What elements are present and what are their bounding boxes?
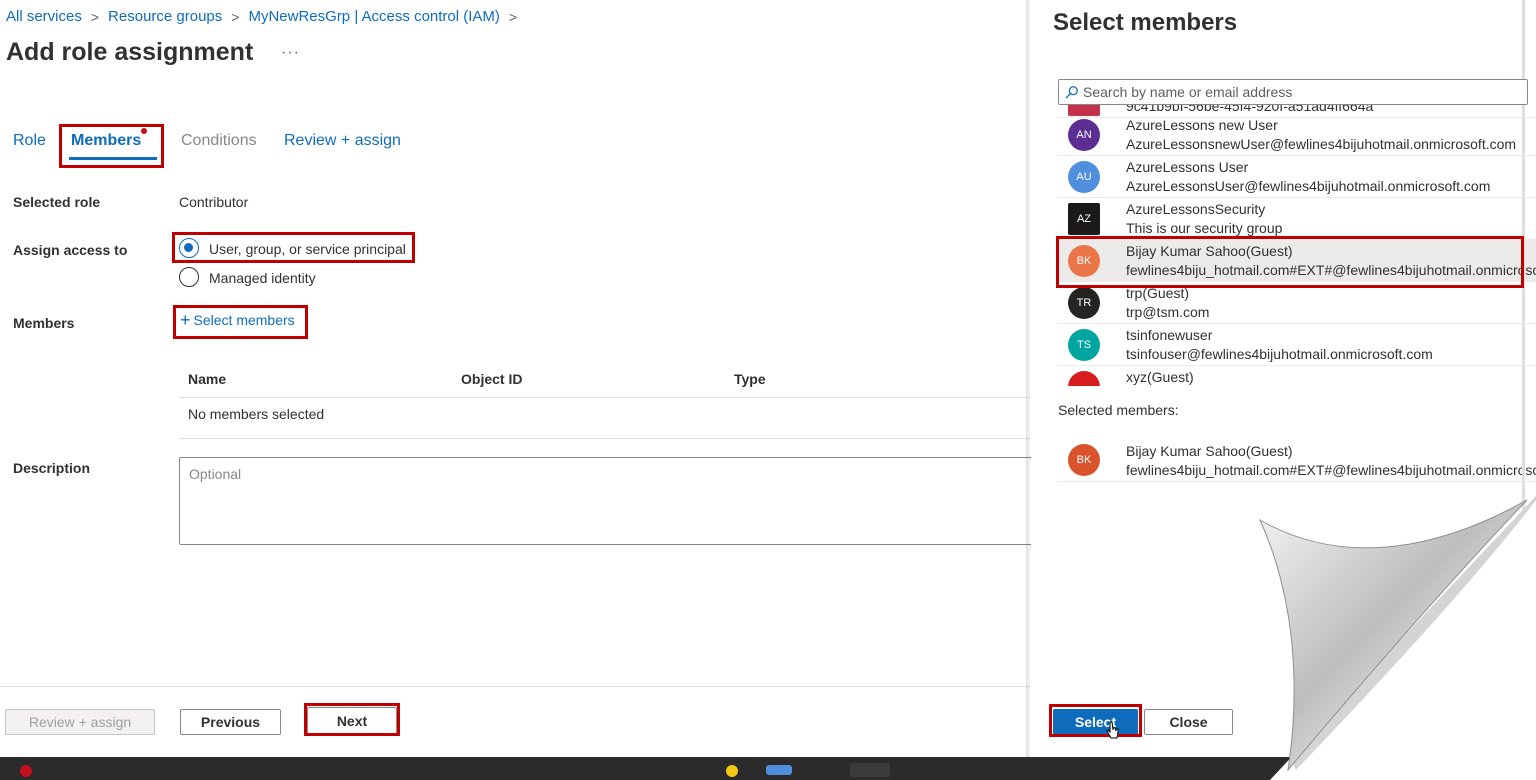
taskbar <box>0 757 1290 780</box>
breadcrumb-iam[interactable]: MyNewResGrp | Access control (IAM) <box>248 8 499 25</box>
hand-cursor-icon <box>1106 721 1119 739</box>
selected-member-name: Bijay Kumar Sahoo(Guest) <box>1126 443 1293 459</box>
tab-members[interactable]: Members <box>71 132 141 150</box>
member-name: trp(Guest) <box>1126 285 1190 301</box>
tab-review-assign[interactable]: Review + assign <box>284 132 401 150</box>
breadcrumb-resource-groups[interactable]: Resource groups <box>108 8 222 25</box>
search-icon <box>1065 86 1078 99</box>
breadcrumb-all-services[interactable]: All services <box>6 8 82 25</box>
selected-members-label: Selected members: <box>1058 402 1179 418</box>
search-box <box>1058 79 1528 105</box>
previous-button[interactable]: Previous <box>180 709 281 735</box>
breadcrumb: All services > Resource groups > MyNewRe… <box>6 8 526 25</box>
next-button[interactable]: Next <box>307 707 397 735</box>
member-email: fewlines4biju_hotmail.com#EXT#@fewlines4… <box>1126 262 1536 278</box>
select-members-panel: Select members 9c41b9bf-56be-45f4-920f-a… <box>1031 0 1536 757</box>
member-name: tsinfonewuser <box>1126 327 1213 343</box>
footer-divider <box>0 686 1030 687</box>
list-item[interactable]: AZ AzureLessonsSecurity This is our secu… <box>1058 198 1536 240</box>
search-input[interactable] <box>1083 84 1527 100</box>
radio-managed-identity[interactable] <box>179 267 199 287</box>
member-name: AzureLessonsSecurity <box>1126 201 1266 217</box>
more-icon[interactable]: ··· <box>281 44 300 62</box>
tab-conditions: Conditions <box>181 132 257 149</box>
table-divider <box>179 397 1030 398</box>
breadcrumb-separator: > <box>90 8 100 25</box>
member-email: This is our security group <box>1126 220 1283 236</box>
selected-role-label: Selected role <box>13 194 101 210</box>
avatar: BK <box>1068 245 1100 277</box>
select-button[interactable]: Select <box>1053 709 1138 735</box>
member-name: xyz(Guest) <box>1126 369 1194 385</box>
description-field[interactable] <box>180 458 1038 544</box>
page-title: Add role assignment <box>6 38 254 66</box>
taskbar-app-icon[interactable] <box>726 765 738 777</box>
table-header-object-id: Object ID <box>461 371 523 387</box>
taskbar-app-icon[interactable] <box>850 763 890 777</box>
review-assign-button[interactable]: Review + assign <box>5 709 155 735</box>
close-button[interactable]: Close <box>1144 709 1233 735</box>
avatar: TS <box>1068 329 1100 361</box>
selected-member-email: fewlines4biju_hotmail.com#EXT#@fewlines4… <box>1126 462 1536 478</box>
breadcrumb-separator: > <box>231 8 240 25</box>
description-field-box <box>179 457 1039 545</box>
assign-access-label: Assign access to <box>13 242 128 258</box>
member-email: trp@tsm.com <box>1126 304 1210 320</box>
select-members-label: Select members <box>193 312 295 328</box>
list-item[interactable]: xyz(Guest) <box>1058 366 1536 386</box>
selected-role-value: Contributor <box>179 194 249 210</box>
member-name: AzureLessons new User <box>1126 117 1278 133</box>
breadcrumb-separator: > <box>508 8 518 25</box>
plus-icon: + <box>180 310 191 330</box>
list-item[interactable]: AU AzureLessons User AzureLessonsUser@fe… <box>1058 156 1536 198</box>
members-label: Members <box>13 315 75 331</box>
taskbar-app-icon[interactable] <box>20 765 32 777</box>
selected-member-row[interactable]: BK Bijay Kumar Sahoo(Guest) fewlines4bij… <box>1058 438 1536 482</box>
member-email: tsinfouser@fewlines4bijuhotmail.onmicros… <box>1126 346 1433 362</box>
radio-user-group-sp[interactable] <box>179 238 199 258</box>
tab-role[interactable]: Role <box>13 132 46 150</box>
table-empty-message: No members selected <box>188 406 325 422</box>
taskbar-app-icon[interactable] <box>766 765 792 775</box>
list-item[interactable]: BK Bijay Kumar Sahoo(Guest) fewlines4bij… <box>1058 240 1536 282</box>
panel-scrollbar[interactable] <box>1522 0 1525 520</box>
active-tab-indicator <box>69 157 157 160</box>
table-header-type: Type <box>734 371 766 387</box>
table-divider <box>179 438 1030 439</box>
member-list[interactable]: 9c41b9bf-56be-45f4-920f-a51ad4ff664a AN … <box>1058 100 1536 386</box>
avatar <box>1068 371 1100 386</box>
radio-user-group-sp-label[interactable]: User, group, or service principal <box>209 241 406 257</box>
description-label: Description <box>13 460 91 476</box>
avatar: AN <box>1068 119 1100 151</box>
member-name: AzureLessons User <box>1126 159 1249 175</box>
list-item[interactable]: AN AzureLessons new User AzureLessonsnew… <box>1058 114 1536 156</box>
member-name: Bijay Kumar Sahoo(Guest) <box>1126 243 1293 259</box>
panel-title: Select members <box>1053 9 1238 36</box>
member-email: AzureLessonsUser@fewlines4bijuhotmail.on… <box>1126 178 1491 194</box>
list-item[interactable]: TR trp(Guest) trp@tsm.com <box>1058 282 1536 324</box>
radio-managed-identity-label[interactable]: Managed identity <box>209 270 316 286</box>
avatar: AU <box>1068 161 1100 193</box>
required-dot-icon <box>141 128 147 134</box>
member-email: AzureLessonsnewUser@fewlines4bijuhotmail… <box>1126 136 1517 152</box>
table-header-name: Name <box>188 371 227 387</box>
avatar: AZ <box>1068 203 1100 235</box>
select-members-link[interactable]: + Select members <box>180 310 295 330</box>
avatar: TR <box>1068 287 1100 319</box>
avatar: BK <box>1068 444 1100 476</box>
list-item[interactable]: TS tsinfonewuser tsinfouser@fewlines4bij… <box>1058 324 1536 366</box>
